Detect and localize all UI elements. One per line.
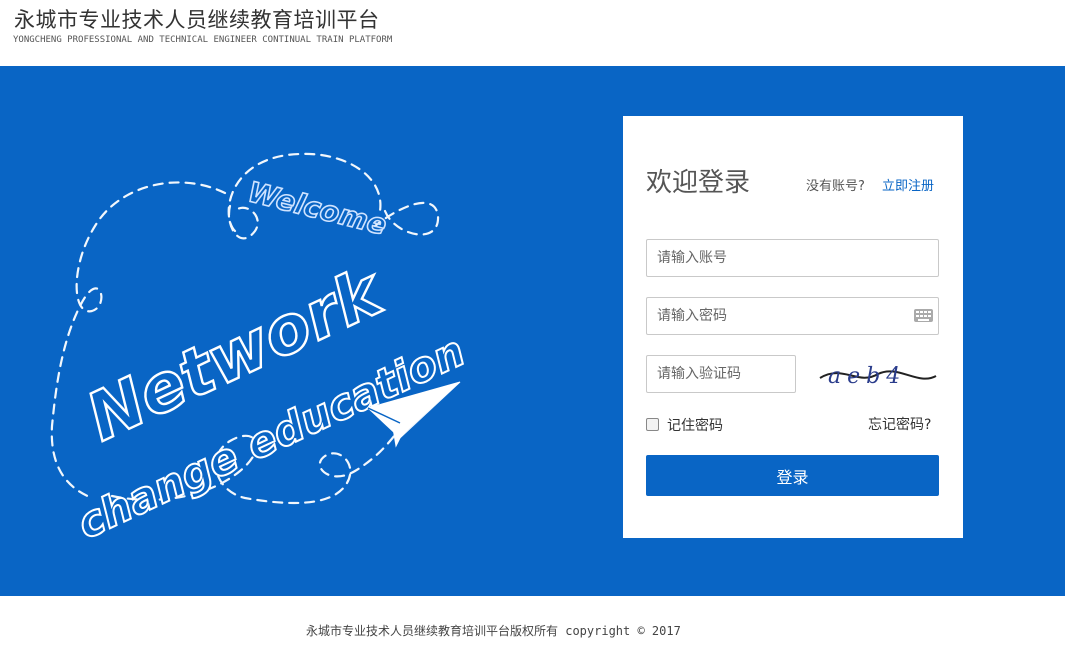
login-button[interactable]: 登录 [646,455,939,496]
remember-password-option[interactable]: 记住密码 [646,415,723,435]
login-banner: Welcome Network change education 欢迎登录 没有… [0,66,1065,596]
keyboard-icon[interactable] [914,309,933,322]
site-header: 永城市专业技术人员继续教育培训平台 YONGCHENG PROFESSIONAL… [0,0,1065,66]
site-subtitle: YONGCHENG PROFESSIONAL AND TECHNICAL ENG… [13,35,393,45]
forgot-password-link[interactable]: 忘记密码? [868,414,931,434]
captcha-image[interactable]: aeb4 [818,356,938,392]
captcha-text: aeb4 [828,364,906,389]
site-footer: 永城市专业技术人员继续教育培训平台版权所有 copyright © 2017 [0,596,1065,647]
captcha-input[interactable] [646,355,796,393]
login-form-card: 欢迎登录 没有账号? 立即注册 aeb4 记住密码 忘记密码? 登录 [623,116,963,538]
site-title: 永城市专业技术人员继续教育培训平台 [14,8,380,32]
remember-password-label: 记住密码 [667,418,723,434]
no-account-text: 没有账号? [806,179,865,194]
register-link[interactable]: 立即注册 [882,175,934,194]
login-title: 欢迎登录 [646,168,751,198]
remember-password-checkbox[interactable] [646,417,659,431]
banner-illustration: Welcome Network change education [50,152,473,549]
account-input[interactable] [646,239,939,277]
copyright-text: 永城市专业技术人员继续教育培训平台版权所有 copyright © 2017 [306,624,681,638]
banner-welcome-text: Welcome [245,175,390,241]
password-input[interactable] [646,297,939,335]
